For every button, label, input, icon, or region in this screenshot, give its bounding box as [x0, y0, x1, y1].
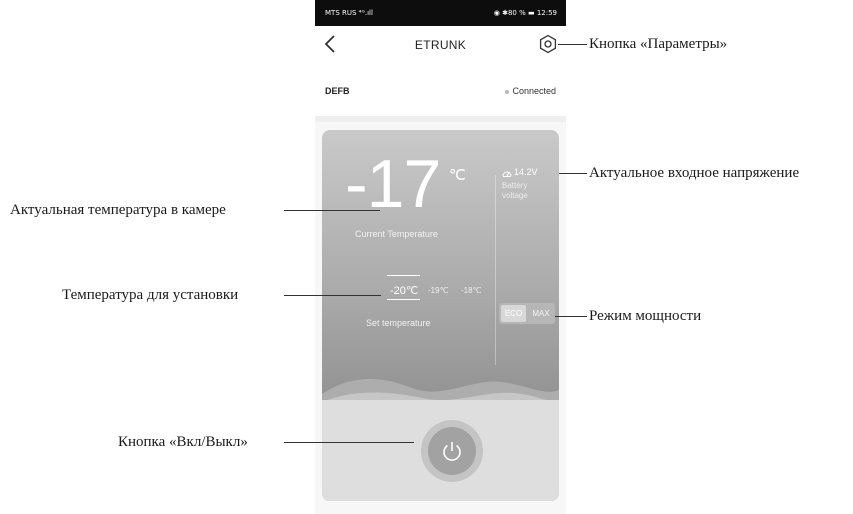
input-voltage-annotation: Актуальное входное напряжение	[589, 165, 800, 181]
settings-button-annotation: Кнопка «Параметры»	[589, 36, 728, 52]
set-temperature-annotation: Температура для установки	[62, 287, 239, 303]
voltage-value: 14.2V	[514, 167, 538, 177]
current-temperature: -17	[345, 146, 441, 222]
picker-line-bottom	[387, 299, 420, 300]
battery-voltage-icon	[502, 171, 512, 177]
leader-line	[284, 442, 414, 443]
voltage-readout: 14.2V	[502, 167, 538, 177]
voltage-label: Battery voltage	[502, 181, 528, 200]
set-temperature-option[interactable]: -18℃	[461, 286, 482, 295]
set-temperature-option[interactable]: -19℃	[428, 286, 449, 295]
gear-icon[interactable]	[538, 34, 558, 54]
leader-line	[555, 316, 587, 317]
leader-line	[284, 295, 381, 296]
set-temperature-label: Set temperature	[366, 318, 431, 328]
status-icons: ◉ ✱80 % ▬ 12:59	[493, 9, 557, 17]
power-button[interactable]	[421, 420, 483, 482]
carrier-label: MTS RUS ⁴ᴳ.ıll	[325, 9, 373, 17]
status-dot-icon	[505, 89, 510, 94]
status-bar: MTS RUS ⁴ᴳ.ıll ◉ ✱80 % ▬ 12:59	[315, 0, 566, 26]
mode-max-button[interactable]: MAX	[527, 303, 555, 324]
power-mode-annotation: Режим мощности	[589, 308, 702, 324]
power-mode-toggle[interactable]: ECO MAX	[499, 303, 555, 324]
phone-screen: MTS RUS ⁴ᴳ.ıll ◉ ✱80 % ▬ 12:59 ETRUNK DE…	[315, 0, 566, 514]
control-card: -17 ℃ Current Temperature 14.2V Battery …	[322, 130, 559, 501]
power-button-core[interactable]	[428, 427, 476, 475]
mode-eco-button[interactable]: ECO	[501, 305, 526, 322]
connection-status-label: Connected	[512, 86, 556, 96]
leader-line	[558, 44, 587, 45]
device-name: DEFB	[325, 86, 350, 96]
chamber-temperature-annotation: Актуальная температура в камере	[10, 202, 226, 218]
picker-line-top	[387, 275, 420, 276]
vertical-divider	[495, 175, 496, 365]
power-icon	[443, 442, 461, 461]
power-button-annotation: Кнопка «Вкл/Выкл»	[118, 434, 248, 450]
page-title: ETRUNK	[414, 38, 467, 52]
temperature-unit: ℃	[449, 167, 466, 184]
divider	[315, 116, 566, 122]
leader-line	[559, 173, 587, 174]
current-temperature-label: Current Temperature	[355, 229, 438, 239]
connection-status: Connected	[505, 86, 556, 96]
leader-line	[284, 210, 380, 211]
set-temperature-selected[interactable]: -20℃	[390, 284, 418, 297]
